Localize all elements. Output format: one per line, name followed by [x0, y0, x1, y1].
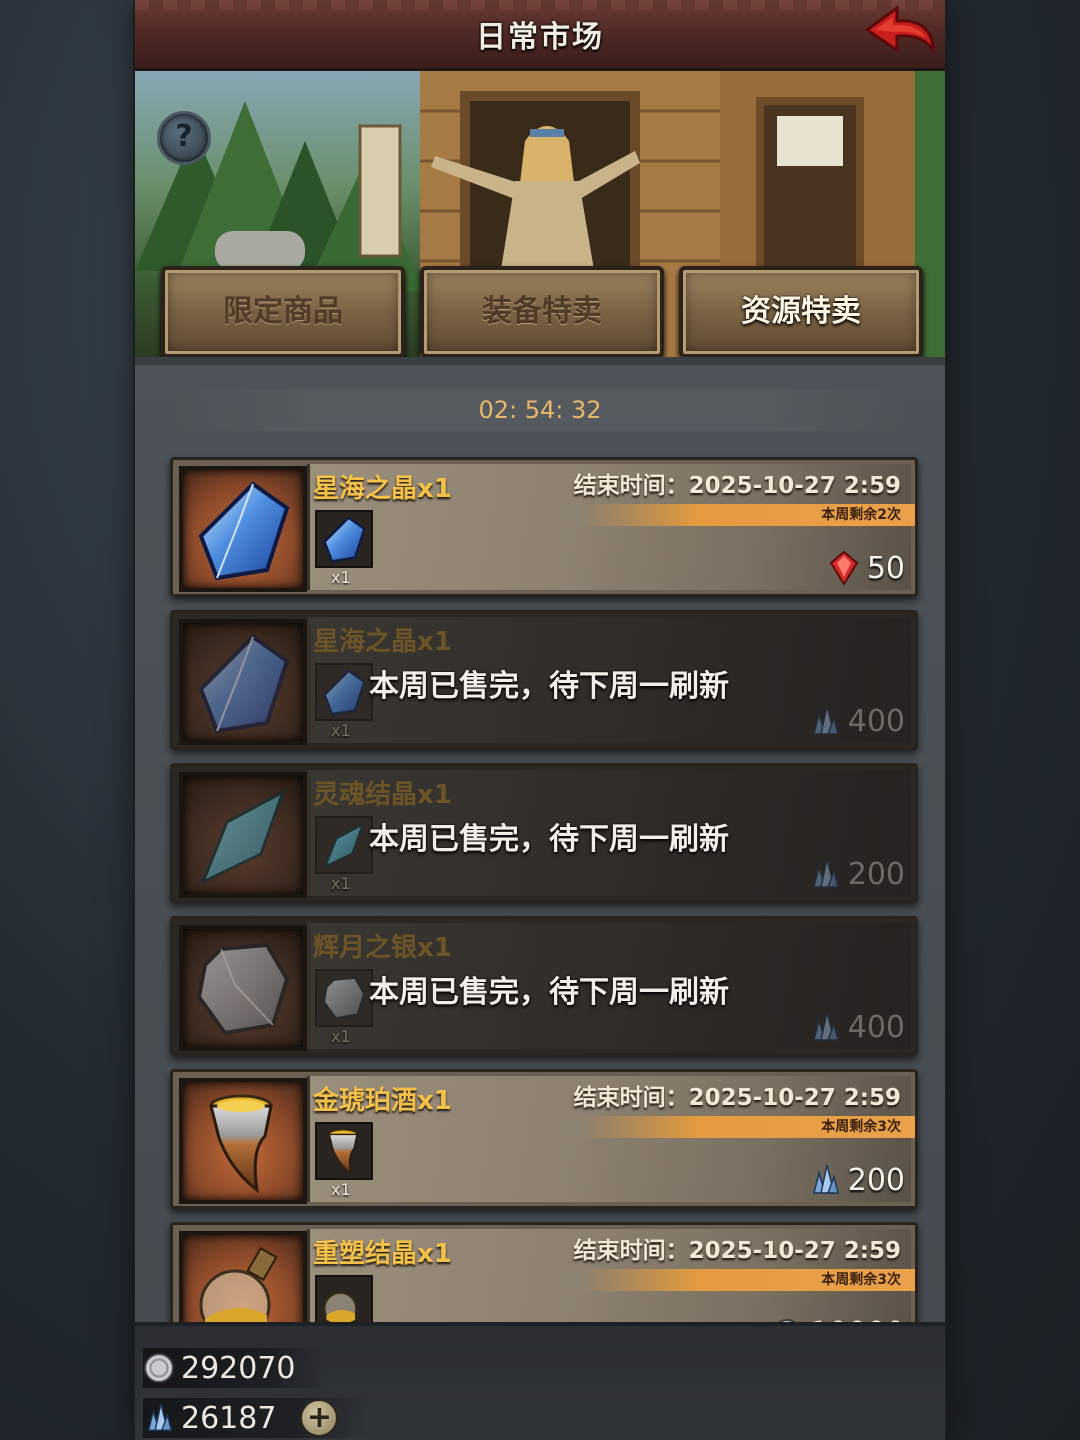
shop-item-card[interactable]: 重塑结晶x1 结束时间：2025-10-27 2:59 本周剩余3次 x1 10… — [170, 1222, 918, 1330]
reward-quantity: x1 — [331, 721, 351, 740]
merchant-banner: ? 限定商品 装备特卖 资源特卖 — [135, 71, 945, 357]
crystal-cluster-icon — [812, 1164, 839, 1194]
price-value: 200 — [847, 1162, 905, 1198]
add-crystal-button[interactable]: + — [300, 1399, 339, 1437]
item-icon-frame — [179, 1078, 307, 1204]
price-button[interactable]: 200 — [810, 1160, 905, 1200]
blue-crystal-icon — [323, 669, 366, 716]
end-time: 结束时间：2025-10-27 2:59 — [573, 1085, 901, 1111]
blue-crystal-icon — [198, 634, 290, 734]
item-name: 辉月之银x1 — [313, 933, 452, 963]
shop-item-card[interactable]: 灵魂结晶x1 本周已售完，待下周一刷新 x1 200 — [170, 763, 918, 903]
price-button: 400 — [810, 1007, 905, 1047]
weekly-remaining: 本周剩余2次 — [581, 504, 915, 526]
soul-crystal-icon — [323, 822, 365, 869]
amber-horn-icon — [209, 1094, 273, 1194]
title-bar: 日常市场 — [135, 0, 945, 71]
amber-horn-icon — [328, 1129, 358, 1175]
blue-crystal-icon — [198, 481, 290, 581]
crystal-cluster-icon — [812, 705, 839, 735]
gold-flask-icon — [323, 1292, 357, 1326]
silver-amount: 292070 — [181, 1350, 296, 1386]
price-value: 400 — [847, 703, 905, 739]
item-name: 重塑结晶x1 — [313, 1239, 452, 1269]
reward-thumbnail — [315, 969, 373, 1027]
item-name: 灵魂结晶x1 — [313, 780, 452, 810]
tab-equipment-sale[interactable]: 装备特卖 — [420, 266, 664, 357]
gold-flask-icon — [199, 1246, 278, 1330]
sold-out-message: 本周已售完，待下周一刷新 — [369, 822, 729, 857]
blue-crystal-icon — [323, 516, 366, 563]
plus-icon: + — [306, 1400, 332, 1435]
crystal-cluster-icon — [147, 1403, 173, 1431]
reward-thumbnail — [315, 1122, 373, 1180]
shop-item-card[interactable]: 辉月之银x1 本周已售完，待下周一刷新 x1 400 — [170, 916, 918, 1056]
reward-quantity: x1 — [331, 568, 351, 587]
reward-thumbnail — [315, 816, 373, 874]
tab-resource-sale[interactable]: 资源特卖 — [679, 266, 923, 357]
crystal-amount: 26187 — [181, 1400, 277, 1436]
price-button: 200 — [810, 854, 905, 894]
price-value: 50 — [866, 550, 905, 586]
silver-ore-icon — [196, 942, 290, 1036]
shop-item-card[interactable]: 星海之晶x1 结束时间：2025-10-27 2:59 本周剩余2次 x1 50 — [170, 457, 918, 597]
weekly-remaining: 本周剩余3次 — [581, 1116, 915, 1138]
price-value: 400 — [847, 1009, 905, 1045]
weekly-remaining: 本周剩余3次 — [581, 1269, 915, 1291]
reward-thumbnail — [315, 510, 373, 568]
silver-currency: 292070 — [143, 1348, 326, 1388]
item-icon-frame — [179, 925, 307, 1051]
market-panel: 日常市场 ? 限定商品 装备特卖 资源特卖 02: 54: 32 星海之晶x1 … — [135, 0, 945, 1440]
question-mark-icon: ? — [175, 119, 193, 154]
reward-thumbnail — [315, 663, 373, 721]
price-button[interactable]: 50 — [829, 548, 905, 588]
shop-content: 02: 54: 32 星海之晶x1 结束时间：2025-10-27 2:59 本… — [135, 357, 945, 1330]
item-icon-frame — [179, 619, 307, 745]
silver-ore-icon — [322, 976, 366, 1020]
red-gem-icon — [829, 551, 859, 585]
sold-out-message: 本周已售完，待下周一刷新 — [369, 669, 729, 704]
tab-limited-goods[interactable]: 限定商品 — [161, 266, 405, 357]
end-time: 结束时间：2025-10-27 2:59 — [573, 473, 901, 499]
refresh-timer: 02: 54: 32 — [170, 389, 910, 431]
shop-item-card[interactable]: 星海之晶x1 本周已售完，待下周一刷新 x1 400 — [170, 610, 918, 750]
back-button[interactable] — [863, 4, 937, 60]
item-icon-frame — [179, 1231, 307, 1330]
help-button[interactable]: ? — [157, 111, 211, 165]
item-name: 金琥珀酒x1 — [313, 1086, 452, 1116]
silver-coin-icon — [144, 1353, 174, 1383]
end-time: 结束时间：2025-10-27 2:59 — [573, 1238, 901, 1264]
reward-quantity: x1 — [331, 1027, 351, 1046]
sold-out-message: 本周已售完，待下周一刷新 — [369, 975, 729, 1010]
back-arrow-icon — [864, 5, 935, 55]
crystal-cluster-icon — [812, 858, 839, 888]
page-title: 日常市场 — [476, 20, 604, 55]
item-name: 星海之晶x1 — [313, 627, 452, 657]
reward-quantity: x1 — [331, 1180, 351, 1199]
item-icon-frame — [179, 772, 307, 898]
currency-bar: 292070 26187 + — [135, 1322, 945, 1440]
soul-crystal-icon — [200, 788, 286, 886]
item-name: 星海之晶x1 — [313, 474, 452, 504]
price-button: 400 — [810, 701, 905, 741]
crystal-cluster-icon — [812, 1011, 839, 1041]
reward-quantity: x1 — [331, 874, 351, 893]
item-list[interactable]: 星海之晶x1 结束时间：2025-10-27 2:59 本周剩余2次 x1 50 — [135, 447, 945, 1330]
shop-item-card[interactable]: 金琥珀酒x1 结束时间：2025-10-27 2:59 本周剩余3次 x1 20… — [170, 1069, 918, 1209]
item-icon-frame — [179, 466, 307, 592]
price-value: 200 — [847, 856, 905, 892]
crystal-currency: 26187 + — [143, 1398, 369, 1438]
